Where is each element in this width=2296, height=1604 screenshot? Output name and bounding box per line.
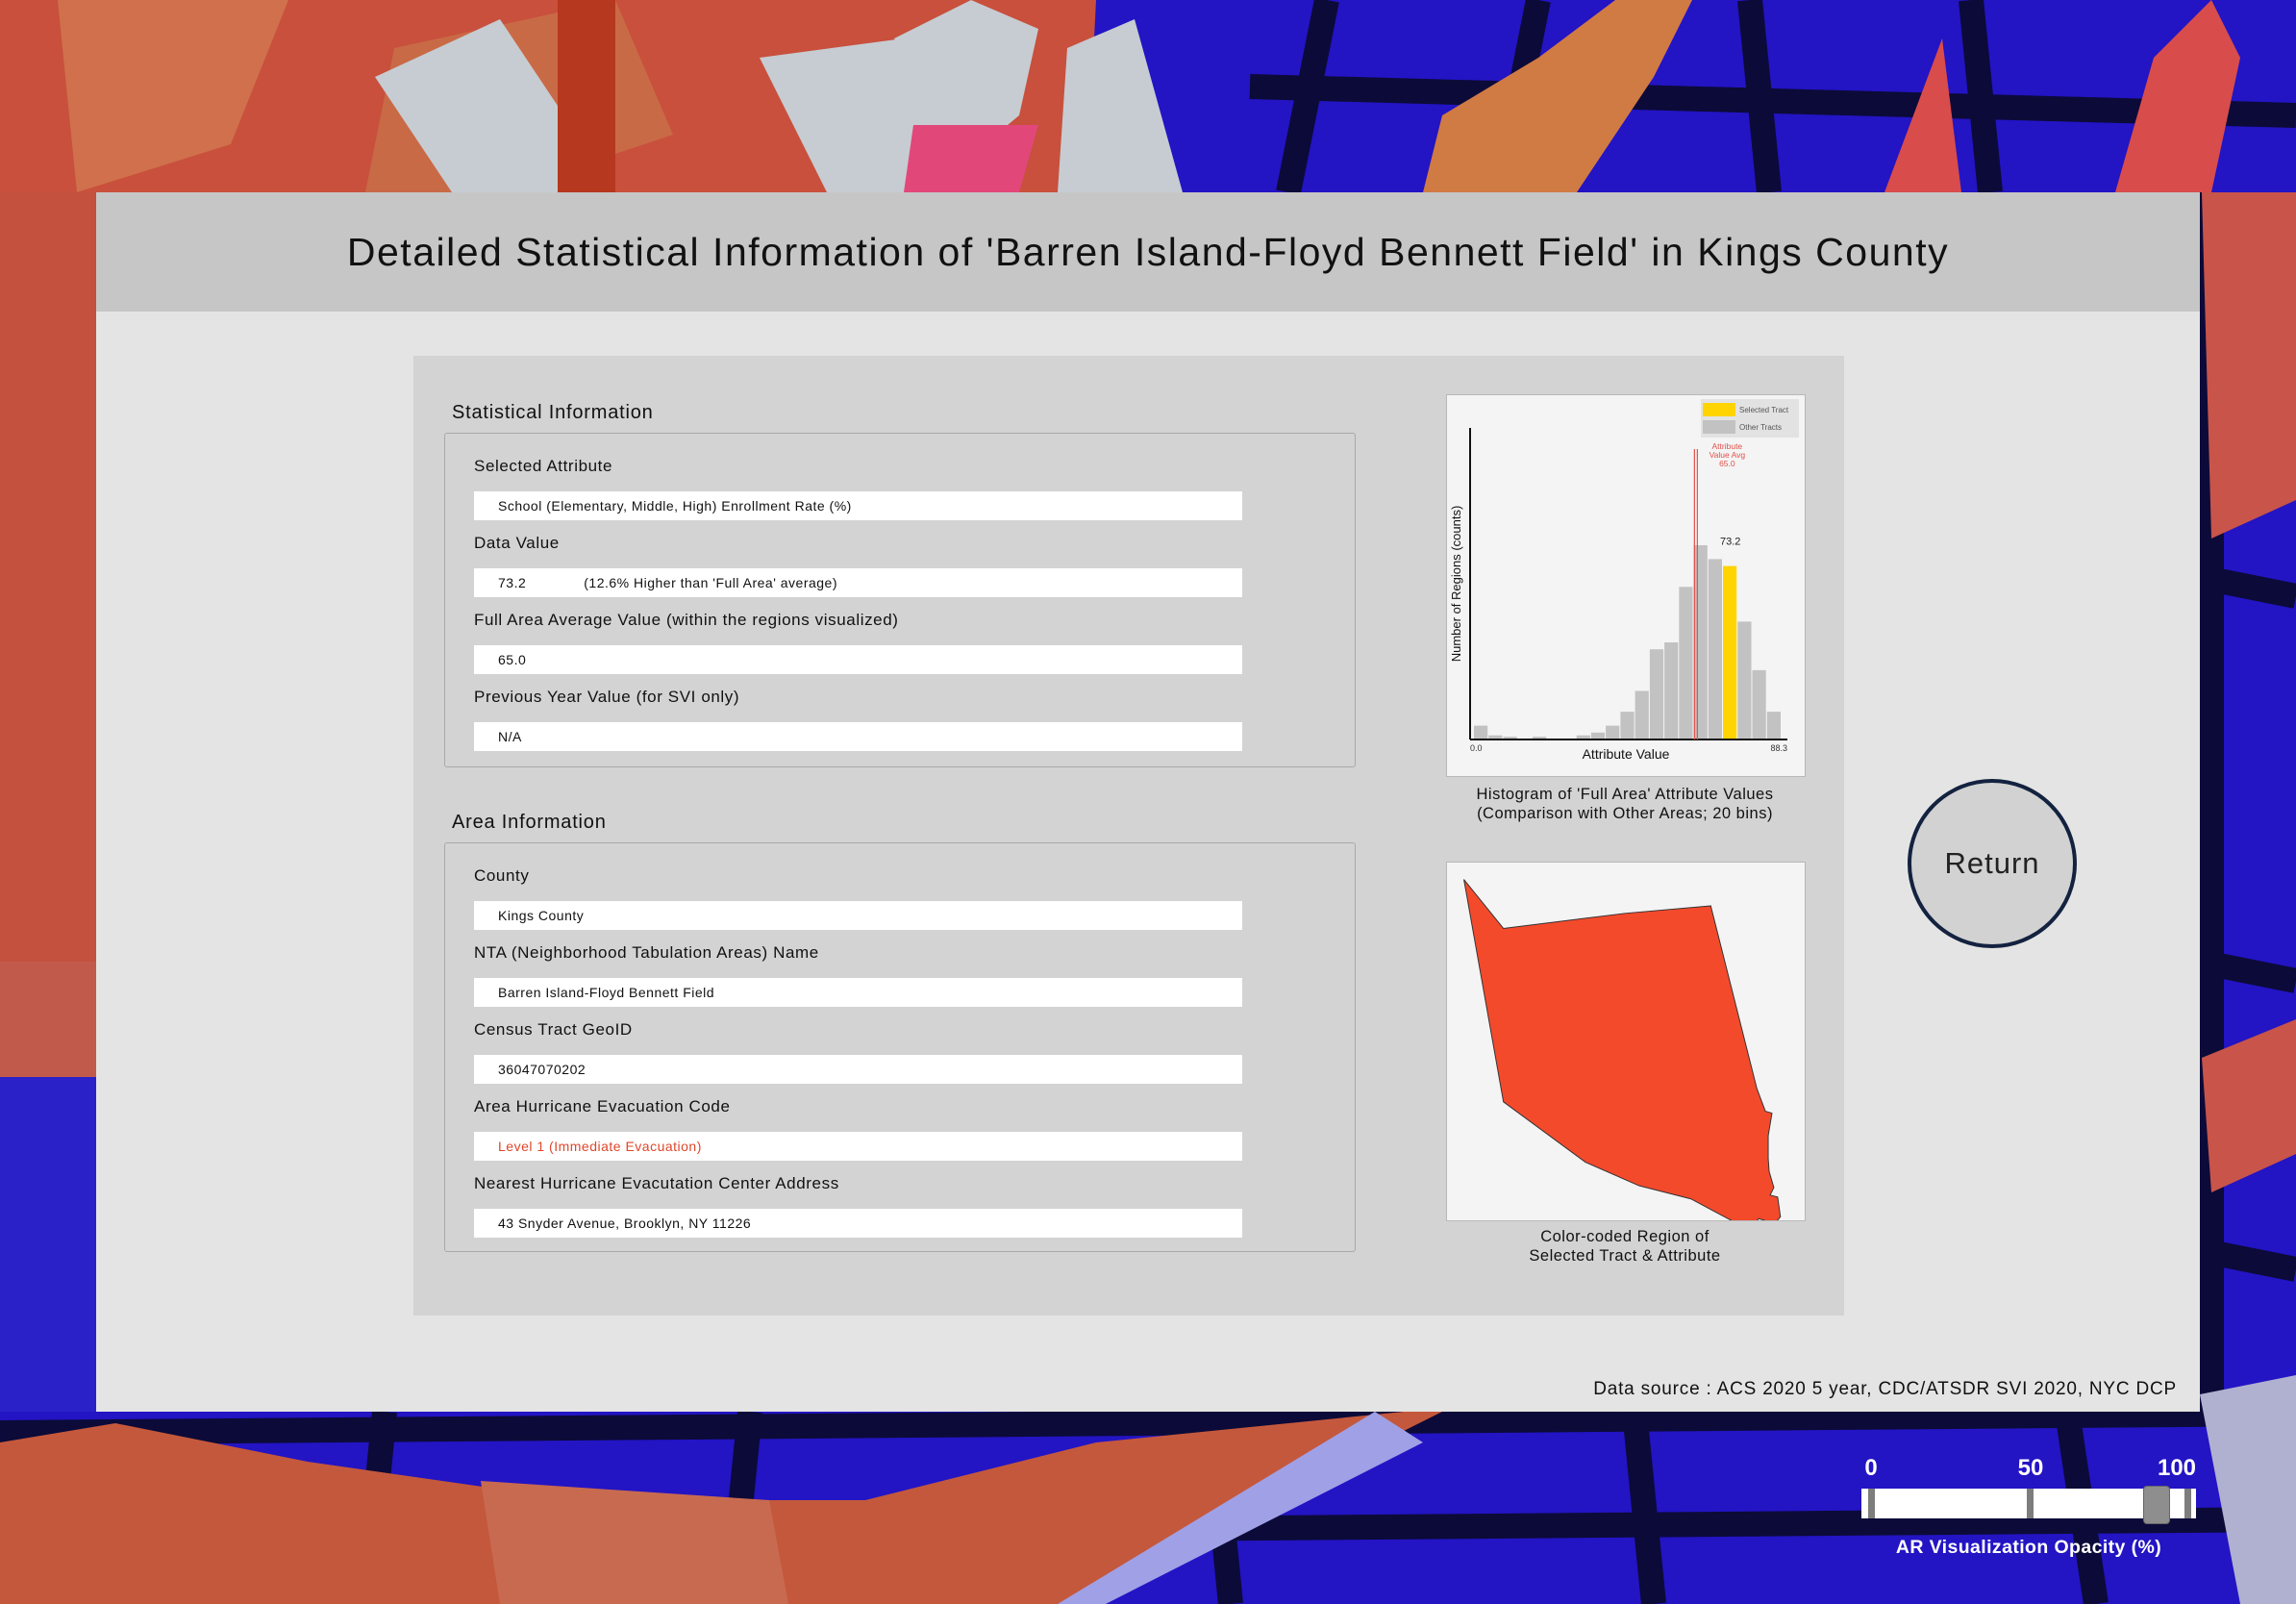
histogram-bar [1664,642,1679,739]
return-button-label: Return [1944,846,2040,880]
slider-tick-50 [2027,1489,2034,1518]
legend-swatch [1703,403,1735,416]
histogram-bar [1766,712,1781,739]
slider-caption: AR Visualization Opacity (%) [1895,1537,2162,1558]
panel-title: Detailed Statistical Information of 'Bar… [346,229,1950,274]
histogram-bar [1590,732,1606,739]
evacuation-center-value: 43 Snyder Avenue, Brooklyn, NY 11226 [498,1216,752,1231]
nta-label: NTA (Neighborhood Tabulation Areas) Name [474,943,819,962]
return-button[interactable]: Return [1908,779,2077,948]
slider-tick-100 [2184,1489,2191,1518]
slider-tick-0 [1868,1489,1875,1518]
average-label: 65.0 [1719,459,1735,468]
nta-value: Barren Island-Floyd Bennett Field [498,985,715,1000]
statistical-info-group: Selected Attribute School (Elementary, M… [444,433,1356,767]
full-area-average-value: 65.0 [498,652,527,667]
slider-tick-label-100: 100 [2157,1455,2197,1481]
selected-attribute-value: School (Elementary, Middle, High) Enroll… [498,498,852,514]
histogram-bar [1737,621,1752,739]
info-panel: Detailed Statistical Information of 'Bar… [96,192,2200,1412]
region-shape [1463,879,1782,1231]
data-value-label: Data Value [474,534,560,552]
data-value-note: (12.6% Higher than 'Full Area' average) [584,575,838,590]
slider-tick-label-50: 50 [2017,1455,2044,1481]
statistical-info-title: Statistical Information [452,402,654,423]
region-map-figure [1446,862,1806,1231]
histogram-bar [1606,725,1620,739]
histogram-chart: AttributeValue Avg65.073.20.0 88.3Attribu… [1449,399,1799,762]
histogram-bar [1635,690,1649,739]
histogram-bar [1649,649,1664,739]
evacuation-center-field: 43 Snyder Avenue, Brooklyn, NY 11226 [474,1209,1242,1238]
x-tick-label-max: 88.3 [1770,743,1787,753]
previous-year-value: N/A [498,729,522,744]
histogram-bar [1474,725,1488,739]
histogram-caption-line1: Histogram of 'Full Area' Attribute Value… [1476,786,1774,803]
data-value-field: 73.2 (12.6% Higher than 'Full Area' avera… [474,568,1242,597]
county-label: County [474,866,530,885]
evacuation-code-value: Level 1 (Immediate Evacuation) [498,1139,702,1154]
histogram-bar [1620,712,1635,739]
slider-tick-label-0: 0 [1864,1455,1878,1481]
histogram-bar [1708,559,1722,739]
evacuation-code-field: Level 1 (Immediate Evacuation) [474,1132,1242,1161]
selected-tract-polygon [1463,879,1782,1231]
content-box: Statistical Information Selected Attribu… [413,356,1844,1316]
histogram-figure: Attribute Value Avg 65.0 73.2 0.0 88.3 Attribu… [1446,394,1806,777]
legend-label: Selected Tract [1739,406,1789,414]
area-info-title: Area Information [452,812,607,833]
selected-value-label: 73.2 [1720,537,1740,548]
region-map-caption-line2: Selected Tract & Attribute [1529,1247,1721,1265]
histogram-caption-line2: (Comparison with Other Areas; 20 bins) [1477,805,1773,822]
region-map-caption: Color-coded Region of Selected Tract & A… [1442,1227,1808,1266]
data-source-text: Data source : ACS 2020 5 year, CDC/ATSDR… [1593,1379,2177,1399]
region-map-caption-line1: Color-coded Region of [1540,1228,1710,1245]
slider-thumb[interactable] [2143,1486,2171,1524]
histogram-bar [1693,545,1708,739]
county-value: Kings County [498,908,585,923]
previous-year-field: N/A [474,722,1242,751]
full-area-average-field: 65.0 [474,645,1242,674]
geoid-label: Census Tract GeoID [474,1020,633,1039]
geoid-value: 36047070202 [498,1062,586,1077]
full-area-average-label: Full Area Average Value (within the regi… [474,611,899,629]
geoid-field: 36047070202 [474,1055,1242,1084]
histogram-bar-selected [1723,565,1737,739]
evacuation-code-label: Area Hurricane Evacuation Code [474,1097,731,1115]
selected-attribute-field: School (Elementary, Middle, High) Enroll… [474,491,1242,520]
histogram-bar [1752,669,1766,739]
x-axis-label: Attribute Value [1583,746,1670,762]
histogram-bar [1679,587,1693,739]
area-info-group: County Kings County NTA (Neighborhood Ta… [444,842,1356,1252]
title-bar: Detailed Statistical Information of 'Bar… [96,192,2200,312]
nta-field: Barren Island-Floyd Bennett Field [474,978,1242,1007]
legend-swatch [1703,420,1735,434]
previous-year-label: Previous Year Value (for SVI only) [474,688,740,706]
y-axis-label: Number of Regions (counts) [1449,506,1463,663]
county-field: Kings County [474,901,1242,930]
selected-attribute-label: Selected Attribute [474,457,613,475]
legend-label: Other Tracts [1739,423,1782,432]
x-tick-label-min: 0.0 [1470,743,1483,753]
histogram-caption: Histogram of 'Full Area' Attribute Value… [1442,785,1808,823]
evacuation-center-label: Nearest Hurricane Evacutation Center Add… [474,1174,839,1192]
data-value: 73.2 [498,575,527,590]
opacity-slider[interactable]: 0 50 100 AR Visualization Opacity (%) [1861,1452,2198,1567]
